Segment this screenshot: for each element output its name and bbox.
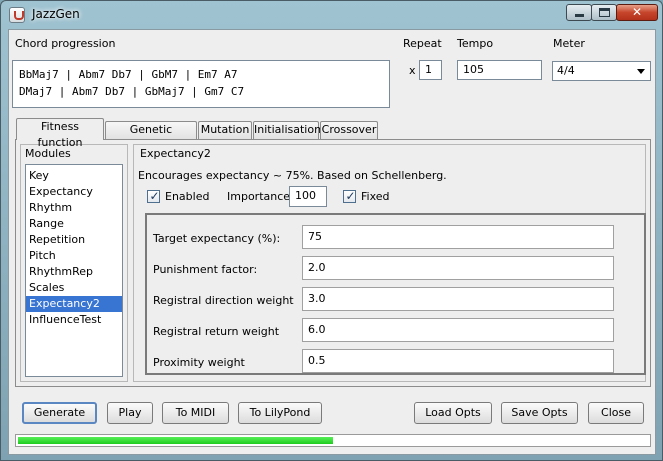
module-item-key[interactable]: Key <box>26 168 122 184</box>
target-expectancy-label: Target expectancy (%): <box>153 232 281 245</box>
repeat-x-label: x <box>409 64 416 77</box>
minimize-icon <box>575 14 584 17</box>
punishment-factor-label: Punishment factor: <box>153 263 258 276</box>
target-expectancy-input[interactable]: 75 <box>302 225 614 249</box>
meter-label: Meter <box>553 37 585 50</box>
to-lilypond-button[interactable]: To LilyPond <box>238 402 322 424</box>
module-settings-title: Expectancy2 <box>140 147 211 160</box>
module-item-rhythm[interactable]: Rhythm <box>26 200 122 216</box>
enabled-label: Enabled <box>165 190 210 203</box>
chord-line-2: DMaj7 | Abm7 Db7 | GbMaj7 | Gm7 C7 <box>19 85 245 98</box>
tempo-label: Tempo <box>457 37 494 50</box>
check-icon: ✓ <box>149 189 160 203</box>
meter-dropdown[interactable]: 4/4 <box>552 61 651 81</box>
proximity-weight-input[interactable]: 0.5 <box>302 349 614 373</box>
check-icon: ✓ <box>345 189 356 203</box>
fixed-label: Fixed <box>361 190 390 203</box>
module-settings-group: Expectancy2 Encourages expectancy ~ 75%.… <box>133 144 646 382</box>
punishment-factor-input[interactable]: 2.0 <box>302 256 614 280</box>
window-close-button[interactable]: ✕ <box>616 4 658 21</box>
module-item-expectancy[interactable]: Expectancy <box>26 184 122 200</box>
chord-progression-label: Chord progression <box>15 37 116 50</box>
registral-direction-weight-label: Registral direction weight <box>153 294 294 307</box>
repeat-input[interactable]: 1 <box>419 60 442 80</box>
module-description: Encourages expectancy ~ 75%. Based on Sc… <box>138 169 447 182</box>
minimize-button[interactable] <box>566 4 592 21</box>
parameters-box: Target expectancy (%): 75 Punishment fac… <box>145 213 646 375</box>
main-content: Chord progression BbMaj7 | Abm7 Db7 | Gb… <box>8 29 656 455</box>
close-icon: ✕ <box>631 5 643 19</box>
registral-direction-weight-input[interactable]: 3.0 <box>302 287 614 311</box>
module-item-scales[interactable]: Scales <box>26 280 122 296</box>
tempo-input[interactable]: 105 <box>457 60 542 80</box>
window-title: JazzGen <box>32 7 80 21</box>
repeat-label: Repeat <box>403 37 442 50</box>
close-button[interactable]: Close <box>588 402 644 424</box>
modules-group: Modules Key Expectancy Rhythm Range Repe… <box>20 144 128 382</box>
module-item-range[interactable]: Range <box>26 216 122 232</box>
proximity-weight-label: Proximity weight <box>153 356 245 369</box>
module-item-influencetest[interactable]: InfluenceTest <box>26 312 122 328</box>
generate-button[interactable]: Generate <box>22 402 97 424</box>
progress-fill <box>18 437 333 444</box>
registral-return-weight-label: Registral return weight <box>153 325 280 338</box>
title-bar[interactable]: JazzGen ✕ <box>1 1 662 29</box>
tab-crossover[interactable]: Crossover <box>320 121 378 139</box>
chord-line-1: BbMaj7 | Abm7 Db7 | GbM7 | Em7 A7 <box>19 68 238 81</box>
tab-initialisation[interactable]: Initialisation <box>253 121 321 139</box>
meter-value: 4/4 <box>557 64 575 77</box>
module-item-expectancy2[interactable]: Expectancy2 <box>26 296 122 312</box>
tab-fitness-function[interactable]: Fitness function <box>16 118 104 149</box>
modules-list[interactable]: Key Expectancy Rhythm Range Repetition P… <box>25 164 123 377</box>
to-midi-button[interactable]: To MIDI <box>162 402 229 424</box>
fixed-checkbox[interactable]: ✓ <box>343 189 356 203</box>
java-cup-icon <box>9 7 25 23</box>
maximize-button[interactable] <box>591 4 617 21</box>
importance-input[interactable]: 100 <box>289 186 327 207</box>
chord-progression-input[interactable]: BbMaj7 | Abm7 Db7 | GbM7 | Em7 A7 DMaj7 … <box>12 60 390 108</box>
save-opts-button[interactable]: Save Opts <box>501 402 578 424</box>
tab-genetic-algorithm[interactable]: Genetic algorithm <box>105 121 197 152</box>
app-window: JazzGen ✕ Chord progression BbMaj7 | Abm… <box>0 0 663 461</box>
load-opts-button[interactable]: Load Opts <box>414 402 492 424</box>
chevron-down-icon <box>637 69 645 74</box>
importance-label: Importance <box>227 190 291 203</box>
module-item-repetition[interactable]: Repetition <box>26 232 122 248</box>
module-item-rhythmrep[interactable]: RhythmRep <box>26 264 122 280</box>
enabled-checkbox[interactable]: ✓ <box>147 189 160 203</box>
tab-mutation[interactable]: Mutation <box>198 121 252 139</box>
fitness-function-panel: Modules Key Expectancy Rhythm Range Repe… <box>15 139 651 387</box>
progress-bar <box>15 434 651 447</box>
module-item-pitch[interactable]: Pitch <box>26 248 122 264</box>
maximize-icon <box>599 8 610 17</box>
play-button[interactable]: Play <box>107 402 153 424</box>
registral-return-weight-input[interactable]: 6.0 <box>302 318 614 342</box>
